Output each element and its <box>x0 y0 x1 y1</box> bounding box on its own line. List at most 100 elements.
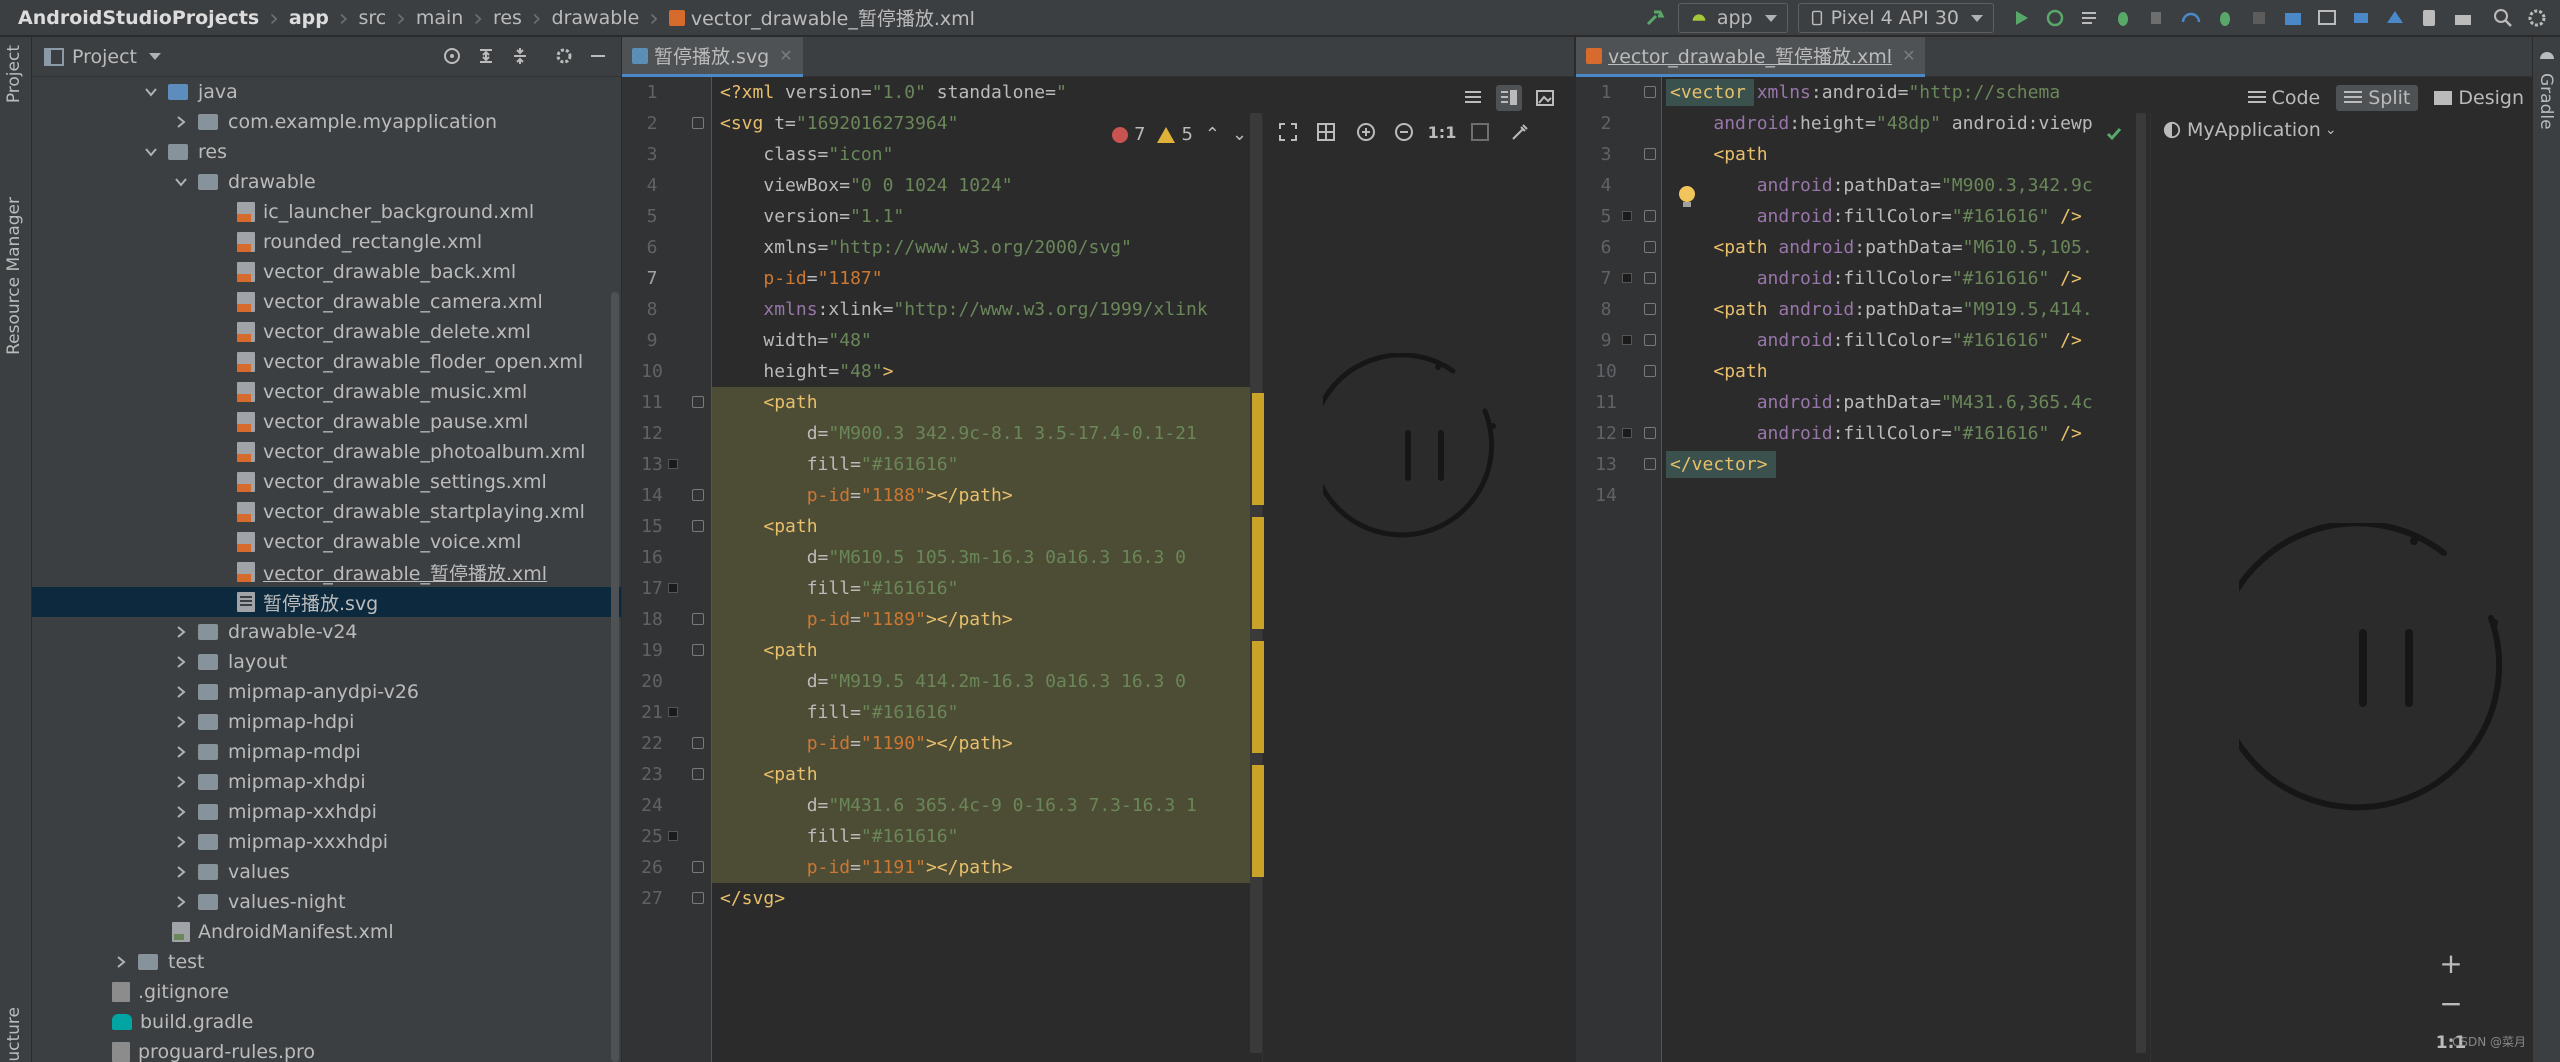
tree-file-row[interactable]: AndroidManifest.xml <box>32 917 621 947</box>
lightbulb-icon[interactable] <box>1676 184 1698 210</box>
chevron-right-icon[interactable] <box>172 653 190 671</box>
zoom-in-button[interactable]: + <box>2431 943 2471 983</box>
gear-icon[interactable] <box>551 43 577 69</box>
color-swatch-icon[interactable] <box>668 583 678 593</box>
tree-folder-row[interactable]: drawable-v24 <box>32 617 621 647</box>
xml-code-area[interactable]: <vector xmlns:android="http://schema and… <box>1662 77 2150 1062</box>
apply-changes-icon[interactable] <box>2042 5 2068 31</box>
tree-folder-row[interactable]: mipmap-hdpi <box>32 707 621 737</box>
breadcrumb-drawable[interactable]: drawable <box>552 0 640 36</box>
chevron-right-icon[interactable] <box>172 683 190 701</box>
tree-folder-row[interactable]: mipmap-xhdpi <box>32 767 621 797</box>
tree-file-row[interactable]: proguard-rules.pro <box>32 1037 621 1062</box>
tree-file-row[interactable]: vector_drawable_floder_open.xml <box>32 347 621 377</box>
color-swatch-icon[interactable] <box>1622 273 1632 283</box>
build-hammer-icon[interactable] <box>1642 5 1668 31</box>
chevron-right-icon[interactable] <box>172 803 190 821</box>
color-swatch-icon[interactable] <box>668 831 678 841</box>
svg-code-area[interactable]: <?xml version="1.0" standalone=" <svg t="… <box>712 77 1312 1062</box>
project-tool-tab[interactable]: Project <box>4 45 24 103</box>
fold-icon[interactable] <box>692 737 704 749</box>
tree-folder-row[interactable]: mipmap-xxxhdpi <box>32 827 621 857</box>
color-swatch-icon[interactable] <box>668 707 678 717</box>
tree-file-row[interactable]: .gitignore <box>32 977 621 1007</box>
run-config-select[interactable]: app <box>1677 3 1788 33</box>
actual-size-button[interactable]: 1:1 <box>1428 119 1457 145</box>
project-scrollbar[interactable] <box>611 292 619 1062</box>
attach-process-icon[interactable] <box>2212 5 2238 31</box>
zoom-out-icon[interactable] <box>1391 119 1417 145</box>
color-swatch-icon[interactable] <box>1622 428 1632 438</box>
tree-file-row[interactable]: vector_drawable_pause.xml <box>32 407 621 437</box>
fold-icon[interactable] <box>692 613 704 625</box>
tree-file-row[interactable]: build.gradle <box>32 1007 621 1037</box>
breadcrumb-app[interactable]: app <box>289 0 329 36</box>
tree-file-row[interactable]: 暂停播放.svg <box>32 587 621 617</box>
fold-icon[interactable] <box>1644 303 1656 315</box>
fold-icon[interactable] <box>1644 458 1656 470</box>
fold-icon[interactable] <box>1644 427 1656 439</box>
color-swatch-icon[interactable] <box>1622 335 1632 345</box>
fold-icon[interactable] <box>692 396 704 408</box>
fold-icon[interactable] <box>692 768 704 780</box>
xml-code-scrollbar[interactable] <box>2136 113 2146 1053</box>
chevron-right-icon[interactable] <box>112 953 130 971</box>
chevron-down-icon[interactable] <box>172 173 190 191</box>
code-mode-button[interactable]: Code <box>2247 87 2320 109</box>
project-view-select[interactable]: Project <box>72 46 137 68</box>
grid-icon[interactable] <box>1313 119 1339 145</box>
collapse-all-icon[interactable] <box>507 43 533 69</box>
fold-icon[interactable] <box>692 644 704 656</box>
close-icon[interactable]: ✕ <box>779 46 792 65</box>
chevron-right-icon[interactable] <box>172 113 190 131</box>
color-swatch-icon[interactable] <box>668 459 678 469</box>
tree-file-row[interactable]: vector_drawable_music.xml <box>32 377 621 407</box>
run-icon[interactable] <box>2008 5 2034 31</box>
profile-icon[interactable] <box>2178 5 2204 31</box>
tree-folder-row[interactable]: test <box>32 947 621 977</box>
chessboard-icon[interactable] <box>1467 119 1493 145</box>
breadcrumb-src[interactable]: src <box>358 0 386 36</box>
chevron-right-icon[interactable] <box>172 743 190 761</box>
tree-file-row[interactable]: ic_launcher_background.xml <box>32 197 621 227</box>
search-icon[interactable] <box>2490 5 2516 31</box>
tree-folder-row[interactable]: values-night <box>32 887 621 917</box>
chevron-down-icon[interactable] <box>142 143 160 161</box>
tab-xml-file[interactable]: vector_drawable_暂停播放.xml ✕ <box>1576 37 1926 77</box>
sdk-icon[interactable] <box>2450 5 2476 31</box>
sdk-manager-icon[interactable] <box>2382 5 2408 31</box>
tree-file-row[interactable]: vector_drawable_暂停播放.xml <box>32 557 621 587</box>
fold-icon[interactable] <box>1644 365 1656 377</box>
tree-folder-row[interactable]: res <box>32 137 621 167</box>
tree-file-row[interactable]: vector_drawable_camera.xml <box>32 287 621 317</box>
tree-folder-row[interactable]: layout <box>32 647 621 677</box>
tree-folder-row[interactable]: mipmap-mdpi <box>32 737 621 767</box>
fit-screen-icon[interactable] <box>1275 119 1301 145</box>
fold-icon[interactable] <box>1644 210 1656 222</box>
fold-icon[interactable] <box>1644 334 1656 346</box>
fold-icon[interactable] <box>1644 86 1656 98</box>
tree-file-row[interactable]: rounded_rectangle.xml <box>32 227 621 257</box>
tab-svg-file[interactable]: 暂停播放.svg ✕ <box>622 37 803 77</box>
chevron-right-icon[interactable] <box>172 773 190 791</box>
next-highlight-icon[interactable]: ⌄ <box>1232 124 1247 145</box>
tree-file-row[interactable]: vector_drawable_delete.xml <box>32 317 621 347</box>
fold-icon[interactable] <box>692 489 704 501</box>
breadcrumb-main[interactable]: main <box>416 0 463 36</box>
fold-icon[interactable] <box>692 520 704 532</box>
resource-manager-tool-tab[interactable]: Resource Manager <box>4 197 24 355</box>
fold-icon[interactable] <box>692 117 704 129</box>
tree-file-row[interactable]: vector_drawable_back.xml <box>32 257 621 287</box>
chevron-down-icon[interactable] <box>149 53 162 60</box>
tree-folder-row[interactable]: mipmap-anydpi-v26 <box>32 677 621 707</box>
tree-folder-row[interactable]: com.example.myapplication <box>32 107 621 137</box>
fold-icon[interactable] <box>1644 272 1656 284</box>
tree-folder-row[interactable]: mipmap-xxhdpi <box>32 797 621 827</box>
fold-icon[interactable] <box>692 892 704 904</box>
tree-file-row[interactable]: vector_drawable_photoalbum.xml <box>32 437 621 467</box>
tree-file-row[interactable]: vector_drawable_voice.xml <box>32 527 621 557</box>
debug-icon[interactable] <box>2110 5 2136 31</box>
stop-icon[interactable] <box>2246 5 2272 31</box>
chevron-right-icon[interactable] <box>172 863 190 881</box>
device-select[interactable]: Pixel 4 API 30 <box>1797 3 1994 33</box>
